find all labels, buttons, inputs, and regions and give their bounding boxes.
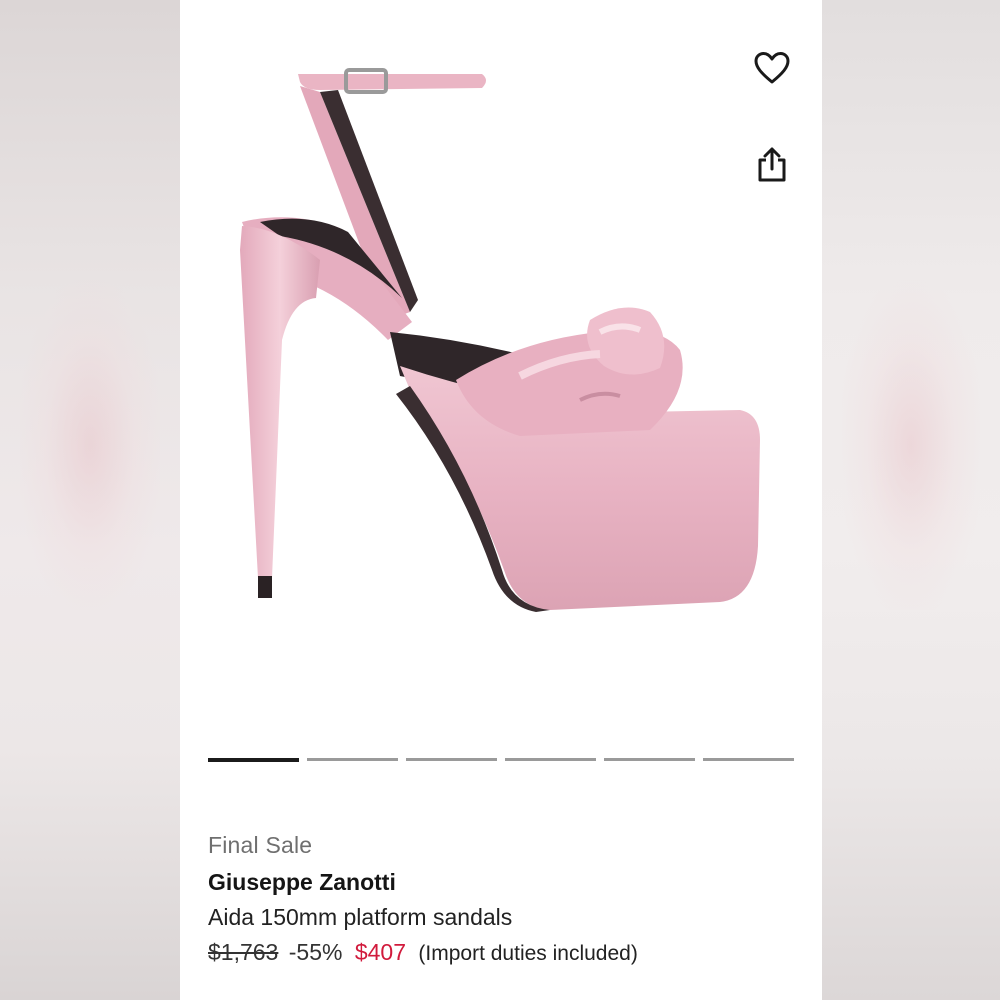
pager-dot-6[interactable] bbox=[703, 758, 794, 761]
blurred-background-right bbox=[822, 0, 1000, 1000]
pager-dot-2[interactable] bbox=[307, 758, 398, 761]
product-info: Final Sale Giuseppe Zanotti Aida 150mm p… bbox=[208, 832, 808, 966]
sale-price: $407 bbox=[354, 939, 407, 965]
sale-tag: Final Sale bbox=[208, 832, 313, 858]
pager-dot-1[interactable] bbox=[208, 758, 299, 762]
product-image bbox=[240, 68, 760, 612]
pager-dot-5[interactable] bbox=[604, 758, 695, 761]
price-row: $1,763 -55% $407 (Import duties included… bbox=[208, 939, 808, 966]
brand-name[interactable]: Giuseppe Zanotti bbox=[208, 869, 808, 896]
price-note: (Import duties included) bbox=[418, 942, 638, 965]
product-card: Final Sale Giuseppe Zanotti Aida 150mm p… bbox=[180, 0, 822, 1000]
discount-badge: -55% bbox=[288, 939, 343, 965]
pager-dot-3[interactable] bbox=[406, 758, 497, 761]
blurred-background-left bbox=[0, 0, 180, 1000]
image-pager bbox=[208, 758, 794, 762]
original-price: $1,763 bbox=[208, 939, 279, 965]
product-name: Aida 150mm platform sandals bbox=[208, 904, 513, 930]
pager-dot-4[interactable] bbox=[505, 758, 596, 761]
